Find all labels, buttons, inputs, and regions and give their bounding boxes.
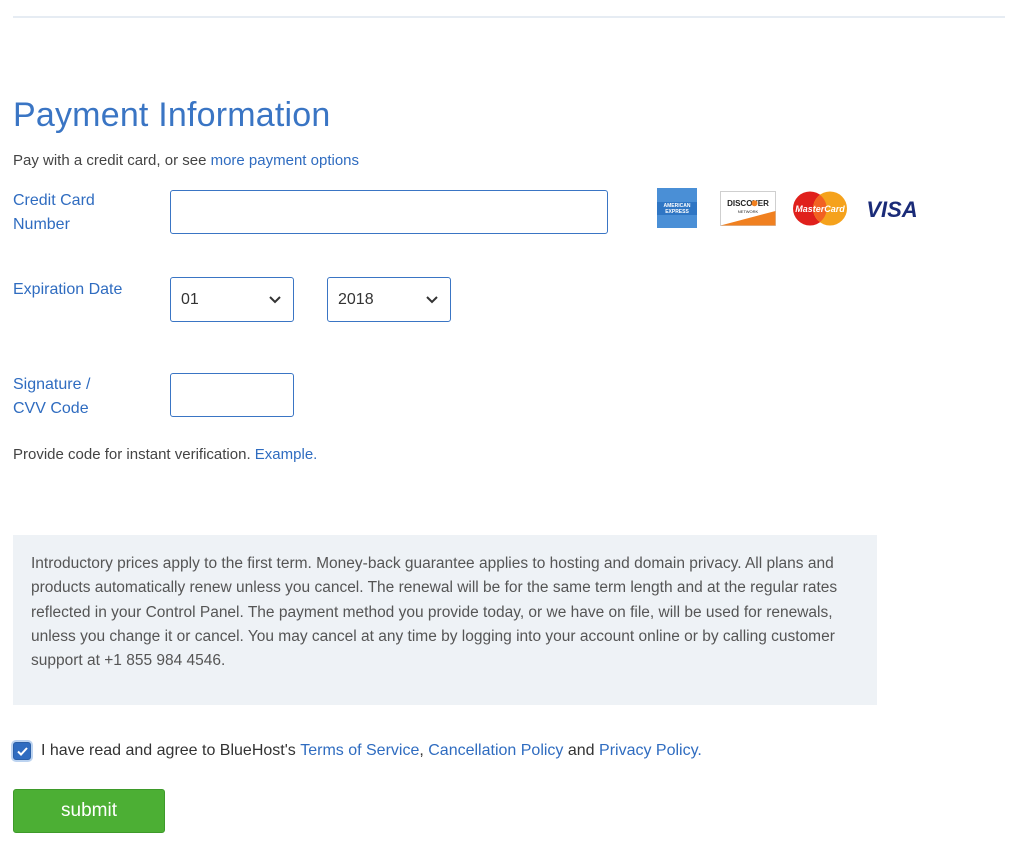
svg-text:EXPRESS: EXPRESS: [665, 209, 689, 215]
renewal-notice: Introductory prices apply to the first t…: [13, 535, 877, 705]
payment-subtitle: Pay with a credit card, or see more paym…: [13, 152, 359, 169]
agree-checkbox[interactable]: [13, 742, 31, 760]
agreement-and: and: [563, 742, 600, 759]
top-divider: [13, 16, 1005, 18]
svg-text:DISCOVER: DISCOVER: [727, 199, 769, 208]
cancellation-policy-link[interactable]: Cancellation Policy: [428, 742, 563, 760]
expiration-year-value: 2018: [338, 290, 374, 308]
credit-card-label-line1: Credit Card: [13, 192, 95, 209]
terms-of-service-link[interactable]: Terms of Service: [300, 742, 419, 760]
chevron-down-icon: [269, 295, 281, 303]
cvv-label-line1: Signature /: [13, 376, 91, 393]
mastercard-logo-icon: MasterCard: [793, 191, 847, 226]
subtitle-text: Pay with a credit card, or see: [13, 152, 211, 169]
chevron-down-icon: [426, 295, 438, 303]
cvv-hint-text: Provide code for instant verification.: [13, 446, 255, 463]
terms-agreement: I have read and agree to BlueHost's Term…: [13, 742, 702, 760]
svg-text:MasterCard: MasterCard: [795, 204, 845, 214]
expiration-month-select[interactable]: 01: [170, 277, 294, 322]
cvv-hint: Provide code for instant verification. E…: [13, 446, 317, 463]
checkmark-icon: [16, 746, 28, 756]
visa-logo-icon: VISA: [866, 197, 917, 222]
cvv-input[interactable]: [170, 373, 294, 417]
cvv-label: Signature / CVV Code: [13, 373, 90, 421]
expiration-month-value: 01: [181, 290, 199, 308]
submit-button[interactable]: submit: [13, 789, 165, 833]
agreement-comma: ,: [419, 742, 429, 759]
svg-text:VISA: VISA: [866, 197, 917, 222]
expiration-year-select[interactable]: 2018: [327, 277, 451, 322]
page-title: Payment Information: [13, 96, 331, 134]
discover-logo-icon: DISCOVER NETWORK: [720, 191, 776, 226]
credit-card-number-label: Credit Card Number: [13, 189, 95, 237]
cvv-label-line2: CVV Code: [13, 400, 89, 417]
cvv-example-link[interactable]: Example.: [255, 446, 318, 463]
amex-logo-icon: AMERICAN EXPRESS: [657, 188, 697, 228]
expiration-date-label: Expiration Date: [13, 281, 123, 298]
credit-card-number-input[interactable]: [170, 190, 608, 234]
agreement-prefix: I have read and agree to BlueHost's: [41, 742, 301, 759]
svg-text:NETWORK: NETWORK: [738, 209, 759, 214]
credit-card-label-line2: Number: [13, 216, 70, 233]
privacy-policy-link[interactable]: Privacy Policy.: [599, 742, 702, 760]
more-payment-options-link[interactable]: more payment options: [211, 152, 359, 169]
renewal-notice-text: Introductory prices apply to the first t…: [31, 555, 838, 670]
